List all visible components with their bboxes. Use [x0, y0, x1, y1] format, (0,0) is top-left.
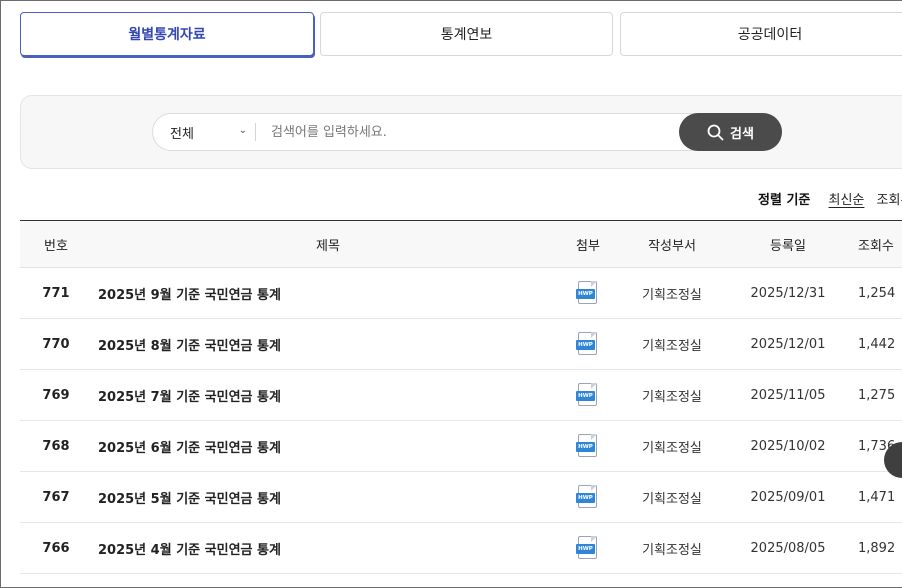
row-number: 767: [42, 489, 70, 505]
table-row[interactable]: 767 2025년 5월 기준 국민연금 통계 HWP 기획조정실 2025/09/01…: [20, 472, 902, 523]
hwp-file-icon[interactable]: HWP: [576, 536, 598, 560]
table-row[interactable]: 766 2025년 4월 기준 국민연금 통계 HWP 기획조정실 2025/08/05…: [20, 523, 902, 574]
tab-statistical-yearbook[interactable]: 통계연보: [320, 12, 613, 56]
row-attachment[interactable]: HWP: [568, 268, 608, 318]
row-attachment[interactable]: HWP: [568, 421, 608, 471]
sort-label: 정렬 기준: [758, 193, 811, 208]
row-date: 2025/10/02: [750, 438, 826, 454]
row-title-link[interactable]: 2025년 5월 기준 국민연금 통계: [98, 472, 558, 522]
search-input[interactable]: [271, 114, 671, 150]
statistics-table: 번호 제목 첨부 작성부서 등록일 조회수 771 2025년 9월 기준 국민연…: [20, 220, 902, 574]
search-scope-select[interactable]: 전체 ⌄: [153, 114, 255, 150]
hwp-label: HWP: [576, 544, 595, 554]
search-scope-value: 전체: [170, 126, 194, 142]
row-department: 기획조정실: [642, 287, 702, 303]
row-number: 766: [42, 540, 70, 556]
hwp-page-fold: [591, 383, 597, 389]
row-department: 기획조정실: [642, 389, 702, 405]
table-row[interactable]: 771 2025년 9월 기준 국민연금 통계 HWP 기획조정실 2025/12/31…: [20, 268, 902, 319]
hwp-page-fold: [591, 332, 597, 338]
row-views: 1,892: [858, 540, 896, 556]
hwp-page-fold: [591, 485, 597, 491]
hwp-label: HWP: [576, 442, 595, 452]
hwp-page-fold: [591, 434, 597, 440]
chevron-down-icon: ⌄: [238, 125, 247, 136]
header-date: 등록일: [770, 238, 806, 254]
tab-public-data[interactable]: 공공데이터: [620, 12, 902, 56]
row-date: 2025/12/31: [750, 285, 826, 301]
table-body: 771 2025년 9월 기준 국민연금 통계 HWP 기획조정실 2025/12/31…: [20, 268, 902, 574]
row-views: 1,471: [858, 489, 896, 505]
row-views: 1,254: [858, 285, 896, 301]
tab-monthly-statistics[interactable]: 월별통계자료: [20, 12, 314, 56]
row-number: 771: [42, 285, 70, 301]
hwp-file-icon[interactable]: HWP: [576, 332, 598, 356]
search-button-label: 검색: [730, 126, 754, 142]
hwp-file-icon[interactable]: HWP: [576, 281, 598, 305]
row-department: 기획조정실: [642, 338, 702, 354]
row-attachment[interactable]: HWP: [568, 370, 608, 420]
hwp-label: HWP: [576, 289, 595, 299]
row-attachment[interactable]: HWP: [568, 472, 608, 522]
hwp-file-icon[interactable]: HWP: [576, 383, 598, 407]
search-icon: [707, 124, 724, 140]
row-number: 769: [42, 387, 70, 403]
row-title-link[interactable]: 2025년 9월 기준 국민연금 통계: [98, 268, 558, 318]
row-date: 2025/08/05: [750, 540, 826, 556]
sort-options: 정렬 기준 최신순 조회수: [758, 189, 902, 208]
search-divider: [255, 123, 256, 141]
row-title-link[interactable]: 2025년 7월 기준 국민연금 통계: [98, 370, 558, 420]
category-tabs: 월별통계자료 통계연보 공공데이터: [20, 12, 902, 58]
table-row[interactable]: 770 2025년 8월 기준 국민연금 통계 HWP 기획조정실 2025/12/01…: [20, 319, 902, 370]
row-title-link[interactable]: 2025년 4월 기준 국민연금 통계: [98, 523, 558, 573]
hwp-label: HWP: [576, 340, 595, 350]
hwp-label: HWP: [576, 391, 595, 401]
row-attachment[interactable]: HWP: [568, 523, 608, 573]
row-number: 768: [42, 438, 70, 454]
search-button[interactable]: 검색: [679, 113, 782, 151]
hwp-file-icon[interactable]: HWP: [576, 485, 598, 509]
row-date: 2025/11/05: [750, 387, 826, 403]
row-views: 1,275: [858, 387, 896, 403]
header-title: 제목: [316, 238, 340, 254]
row-department: 기획조정실: [642, 542, 702, 558]
header-department: 작성부서: [648, 238, 696, 254]
row-date: 2025/09/01: [750, 489, 826, 505]
row-date: 2025/12/01: [750, 336, 826, 352]
hwp-page-fold: [591, 281, 597, 287]
table-row[interactable]: 769 2025년 7월 기준 국민연금 통계 HWP 기획조정실 2025/11/05…: [20, 370, 902, 421]
sort-latest[interactable]: 최신순: [829, 193, 865, 208]
row-number: 770: [42, 336, 70, 352]
row-views: 1,442: [858, 336, 896, 352]
header-attachment: 첨부: [576, 238, 600, 254]
search-bar: 전체 ⌄ 검색: [152, 113, 782, 151]
row-department: 기획조정실: [642, 491, 702, 507]
header-views: 조회수: [858, 238, 894, 254]
row-title-link[interactable]: 2025년 8월 기준 국민연금 통계: [98, 319, 558, 369]
table-row[interactable]: 768 2025년 6월 기준 국민연금 통계 HWP 기획조정실 2025/10/02…: [20, 421, 902, 472]
row-title-link[interactable]: 2025년 6월 기준 국민연금 통계: [98, 421, 558, 471]
table-header: 번호 제목 첨부 작성부서 등록일 조회수: [20, 220, 902, 268]
row-department: 기획조정실: [642, 440, 702, 456]
hwp-file-icon[interactable]: HWP: [576, 434, 598, 458]
sort-views[interactable]: 조회수: [877, 193, 902, 208]
hwp-label: HWP: [576, 493, 595, 503]
row-attachment[interactable]: HWP: [568, 319, 608, 369]
hwp-page-fold: [591, 536, 597, 542]
header-number: 번호: [44, 238, 68, 254]
